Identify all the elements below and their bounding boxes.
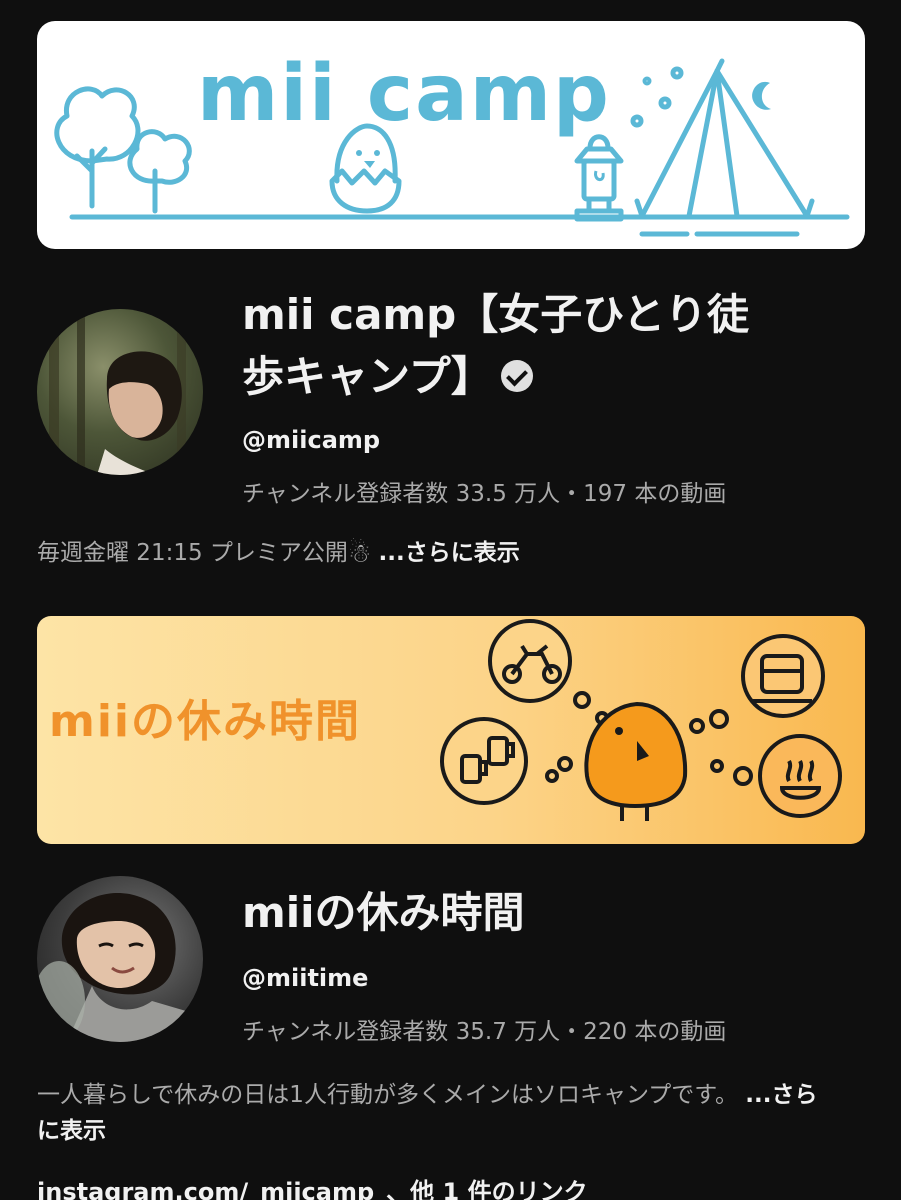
channel-links[interactable]: instagram.com/_miicamp_、他 1 件のリンク [37, 1172, 588, 1200]
channel-description[interactable]: 一人暮らしで休みの日は1人行動が多くメインはソロキャンプです。 ...さらに表示 [37, 1077, 827, 1149]
channel-name-line2: 歩キャンプ】 [242, 352, 493, 401]
channel-stats: チャンネル登録者数 33.5 万人・197 本の動画 [242, 481, 727, 507]
instagram-link[interactable]: instagram.com/_miicamp_ [37, 1178, 386, 1200]
channel-handle: @miicamp [242, 426, 381, 454]
channel-avatar[interactable] [37, 309, 203, 475]
moon-icon [752, 81, 771, 110]
channel-list: mii camp mii camp【女子ひとり徒 歩キャンプ】 @miicamp… [0, 0, 901, 1200]
channel-banner-miitime[interactable]: miiの休み時間 [37, 616, 865, 844]
banner-title: mii camp [197, 49, 611, 139]
channel-stats: チャンネル登録者数 35.7 万人・220 本の動画 [242, 1019, 727, 1045]
avatar-photo [37, 892, 203, 1042]
verified-badge-icon [500, 359, 533, 392]
motorcycle-bubble [488, 619, 572, 703]
tree-icon [127, 129, 192, 214]
channel-description[interactable]: 毎週金曜 21:15 プレミア公開☃ ...さらに表示 [37, 535, 827, 572]
avatar-photo [49, 309, 186, 475]
tree-icon [54, 86, 141, 209]
channel-name[interactable]: miiの休み時間 [242, 882, 852, 944]
description-text: 一人暮らしで休みの日は1人行動が多くメインはソロキャンプです。 [37, 1082, 738, 1108]
bird-mascot-icon [584, 701, 688, 821]
channel-avatar[interactable] [37, 876, 203, 1042]
train-bubble [741, 634, 825, 718]
channel-name[interactable]: mii camp【女子ひとり徒 歩キャンプ】 [242, 284, 852, 408]
more-links[interactable]: 、他 1 件のリンク [386, 1178, 587, 1200]
tent-icon [634, 58, 815, 219]
banner-title: miiの休み時間 [49, 696, 362, 747]
channel-handle: @miitime [242, 964, 369, 992]
channel-banner-miicamp[interactable]: mii camp [37, 21, 865, 249]
show-more-link[interactable]: ...さらに表示 [379, 540, 520, 566]
lantern-icon [574, 134, 624, 222]
description-text: 毎週金曜 21:15 プレミア公開 [37, 540, 348, 566]
channel-name-line1: mii camp【女子ひとり徒 [242, 290, 749, 339]
snowman-emoji: ☃ [347, 539, 372, 569]
